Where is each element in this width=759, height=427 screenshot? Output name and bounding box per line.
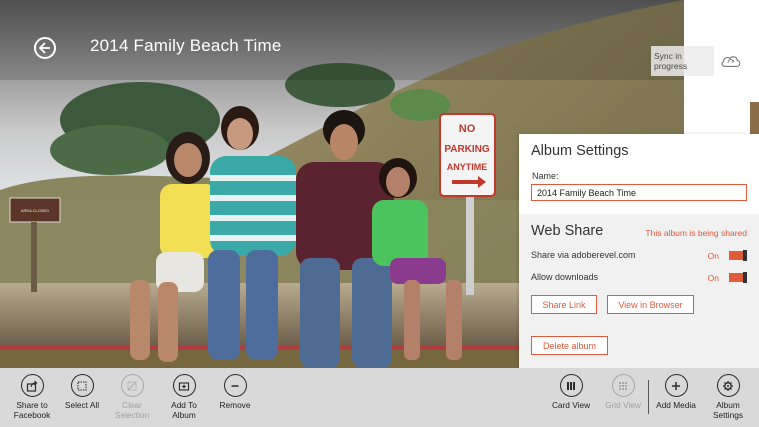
select-all-icon	[77, 381, 87, 390]
album-settings-label: Album Settings	[713, 400, 743, 420]
share-via-row: Share via adoberevel.com On	[531, 249, 747, 263]
add-to-album-label: Add To Album	[171, 400, 197, 420]
sign-line-3: ANYTIME	[447, 162, 488, 172]
album-name-input[interactable]	[531, 184, 747, 201]
back-button[interactable]	[34, 37, 56, 59]
sign-line-2: PARKING	[444, 144, 490, 155]
share-status-text: This album is being shared	[645, 228, 747, 238]
sync-status: Sync in progress	[650, 46, 742, 76]
back-arrow-icon	[39, 42, 50, 54]
page-title: 2014 Family Beach Time	[90, 36, 282, 55]
share-via-state: On	[707, 251, 719, 261]
add-media-label: Add Media	[656, 400, 696, 410]
card-view-button[interactable]: Card View	[541, 374, 601, 411]
small-sign-text: AREA CLOSED	[21, 208, 49, 213]
clear-selection-button[interactable]: Clear Selection	[102, 374, 162, 420]
grid-view-button[interactable]: Grid View	[593, 374, 653, 411]
grid-view-label: Grid View	[605, 400, 641, 410]
view-in-browser-button[interactable]: View in Browser	[607, 295, 694, 314]
card-view-icon	[567, 381, 575, 390]
share-icon	[26, 380, 38, 392]
album-name-label: Name:	[532, 171, 559, 181]
add-to-album-icon	[178, 381, 190, 391]
album-settings-title: Album Settings	[531, 143, 629, 159]
select-all-label: Select All	[64, 400, 100, 410]
clear-selection-label: Clear Selection	[114, 400, 150, 420]
remove-button[interactable]: Remove	[205, 374, 265, 411]
allow-downloads-state: On	[707, 273, 719, 283]
plus-icon	[672, 381, 680, 390]
share-link-button[interactable]: Share Link	[531, 295, 597, 314]
allow-downloads-row: Allow downloads On	[531, 271, 747, 285]
delete-album-button[interactable]: Delete album	[531, 336, 608, 355]
app-bar: Share to Facebook Select All Clear Selec…	[0, 368, 759, 427]
allow-downloads-toggle[interactable]	[729, 272, 747, 283]
album-settings-button[interactable]: Album Settings	[698, 374, 758, 420]
remove-label: Remove	[219, 400, 251, 410]
minus-icon	[231, 384, 239, 387]
clear-selection-icon	[127, 381, 137, 390]
album-settings-panel: Album Settings Name: Web Share This albu…	[519, 134, 759, 368]
web-share-title: Web Share	[531, 223, 604, 239]
sign-line-1: NO	[459, 123, 476, 135]
sync-label: Sync in progress	[651, 46, 715, 76]
share-via-toggle[interactable]	[729, 250, 747, 261]
share-via-label: Share via adoberevel.com	[531, 250, 636, 260]
card-view-label: Card View	[551, 400, 591, 410]
add-media-button[interactable]: Add Media	[646, 374, 706, 411]
allow-downloads-label: Allow downloads	[531, 272, 599, 282]
cloud-sync-icon	[721, 56, 741, 67]
gear-icon	[723, 380, 733, 391]
grid-view-icon	[619, 381, 627, 390]
web-share-section: Web Share This album is being shared Sha…	[519, 214, 759, 368]
